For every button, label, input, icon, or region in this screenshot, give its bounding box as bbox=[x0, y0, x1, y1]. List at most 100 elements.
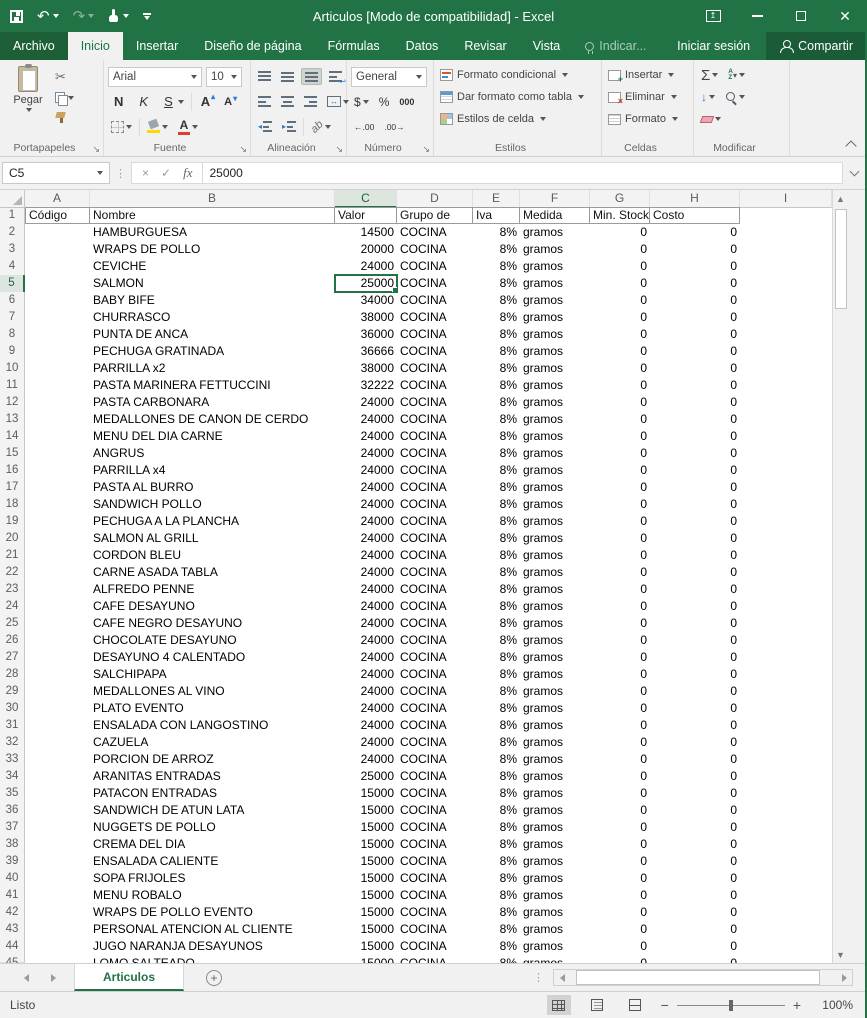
row-header-4[interactable]: 4 bbox=[0, 258, 25, 276]
cell-E17[interactable]: 8% bbox=[473, 479, 520, 496]
cell-D4[interactable]: COCINA bbox=[397, 258, 473, 275]
cell-I32[interactable] bbox=[740, 734, 832, 751]
cell-A33[interactable] bbox=[25, 751, 90, 768]
cell-D32[interactable]: COCINA bbox=[397, 734, 473, 751]
cell-B19[interactable]: PECHUGA A LA PLANCHA bbox=[90, 513, 335, 530]
cell-E2[interactable]: 8% bbox=[473, 224, 520, 241]
normal-view-button[interactable] bbox=[547, 995, 571, 1015]
minimize-button[interactable] bbox=[735, 0, 779, 32]
maximize-button[interactable] bbox=[779, 0, 823, 32]
cell-E21[interactable]: 8% bbox=[473, 547, 520, 564]
cell-I37[interactable] bbox=[740, 819, 832, 836]
cell-B40[interactable]: SOPA FRIJOLES bbox=[90, 870, 335, 887]
cell-I25[interactable] bbox=[740, 615, 832, 632]
cell-E43[interactable]: 8% bbox=[473, 921, 520, 938]
cell-H8[interactable]: 0 bbox=[650, 326, 740, 343]
cell-E34[interactable]: 8% bbox=[473, 768, 520, 785]
cell-C33[interactable]: 24000 bbox=[335, 751, 397, 768]
conditional-formatting-dropdown-icon[interactable] bbox=[562, 73, 568, 77]
cell-G32[interactable]: 0 bbox=[590, 734, 650, 751]
horizontal-scrollbar[interactable] bbox=[553, 969, 853, 986]
cell-G28[interactable]: 0 bbox=[590, 666, 650, 683]
cell-B20[interactable]: SALMON AL GRILL bbox=[90, 530, 335, 547]
tab-insertar[interactable]: Insertar bbox=[123, 32, 191, 60]
cell-F20[interactable]: gramos bbox=[520, 530, 590, 547]
cell-E45[interactable]: 8% bbox=[473, 955, 520, 963]
cell-G43[interactable]: 0 bbox=[590, 921, 650, 938]
cell-D20[interactable]: COCINA bbox=[397, 530, 473, 547]
cell-E24[interactable]: 8% bbox=[473, 598, 520, 615]
cell-F10[interactable]: gramos bbox=[520, 360, 590, 377]
cell-H39[interactable]: 0 bbox=[650, 853, 740, 870]
row-header-2[interactable]: 2 bbox=[0, 224, 25, 242]
cell-A7[interactable] bbox=[25, 309, 90, 326]
cell-D31[interactable]: COCINA bbox=[397, 717, 473, 734]
underline-button[interactable]: S bbox=[158, 92, 187, 111]
cell-C7[interactable]: 38000 bbox=[335, 309, 397, 326]
cell-H40[interactable]: 0 bbox=[650, 870, 740, 887]
row-header-25[interactable]: 25 bbox=[0, 615, 25, 633]
cell-H28[interactable]: 0 bbox=[650, 666, 740, 683]
cell-H4[interactable]: 0 bbox=[650, 258, 740, 275]
cell-G18[interactable]: 0 bbox=[590, 496, 650, 513]
fill-button[interactable]: ↓ bbox=[698, 89, 718, 105]
cell-C15[interactable]: 24000 bbox=[335, 445, 397, 462]
cell-C26[interactable]: 24000 bbox=[335, 632, 397, 649]
customize-qat-button[interactable] bbox=[143, 13, 151, 20]
cell-H29[interactable]: 0 bbox=[650, 683, 740, 700]
clear-dropdown-icon[interactable] bbox=[715, 117, 721, 121]
cell-C44[interactable]: 15000 bbox=[335, 938, 397, 955]
cell-E12[interactable]: 8% bbox=[473, 394, 520, 411]
cell-A45[interactable] bbox=[25, 955, 90, 963]
cell-A6[interactable] bbox=[25, 292, 90, 309]
cell-H14[interactable]: 0 bbox=[650, 428, 740, 445]
cell-H13[interactable]: 0 bbox=[650, 411, 740, 428]
cell-G5[interactable]: 0 bbox=[590, 275, 650, 292]
undo-dropdown-icon[interactable] bbox=[53, 14, 59, 18]
row-header-31[interactable]: 31 bbox=[0, 717, 25, 735]
cell-D28[interactable]: COCINA bbox=[397, 666, 473, 683]
fill-color-dropdown-icon[interactable] bbox=[162, 125, 168, 129]
insert-cells-button[interactable]: Insertar bbox=[606, 64, 689, 86]
cell-H25[interactable]: 0 bbox=[650, 615, 740, 632]
cell-B30[interactable]: PLATO EVENTO bbox=[90, 700, 335, 717]
cell-I29[interactable] bbox=[740, 683, 832, 700]
cell-E44[interactable]: 8% bbox=[473, 938, 520, 955]
row-header-26[interactable]: 26 bbox=[0, 632, 25, 650]
cell-I23[interactable] bbox=[740, 581, 832, 598]
cell-I27[interactable] bbox=[740, 649, 832, 666]
cell-H11[interactable]: 0 bbox=[650, 377, 740, 394]
orientation-dropdown-icon[interactable] bbox=[325, 125, 331, 129]
cell-D11[interactable]: COCINA bbox=[397, 377, 473, 394]
cell-A43[interactable] bbox=[25, 921, 90, 938]
decrease-decimal-button[interactable]: .00→ bbox=[381, 120, 407, 134]
cell-B42[interactable]: WRAPS DE POLLO EVENTO bbox=[90, 904, 335, 921]
cell-C25[interactable]: 24000 bbox=[335, 615, 397, 632]
cell-A29[interactable] bbox=[25, 683, 90, 700]
cell-E1[interactable]: Iva bbox=[473, 207, 520, 224]
cell-G16[interactable]: 0 bbox=[590, 462, 650, 479]
cell-F7[interactable]: gramos bbox=[520, 309, 590, 326]
column-header-H[interactable]: H bbox=[650, 190, 740, 208]
cell-H20[interactable]: 0 bbox=[650, 530, 740, 547]
cell-C39[interactable]: 15000 bbox=[335, 853, 397, 870]
cell-C16[interactable]: 24000 bbox=[335, 462, 397, 479]
row-header-24[interactable]: 24 bbox=[0, 598, 25, 616]
tab-vista[interactable]: Vista bbox=[520, 32, 574, 60]
cell-I7[interactable] bbox=[740, 309, 832, 326]
insert-function-button[interactable]: fx bbox=[183, 165, 192, 181]
cell-C30[interactable]: 24000 bbox=[335, 700, 397, 717]
scroll-right-arrow[interactable] bbox=[836, 970, 852, 985]
row-header-40[interactable]: 40 bbox=[0, 870, 25, 888]
cell-I13[interactable] bbox=[740, 411, 832, 428]
cell-I3[interactable] bbox=[740, 241, 832, 258]
conditional-formatting-button[interactable]: Formato condicional bbox=[438, 64, 597, 86]
cell-H16[interactable]: 0 bbox=[650, 462, 740, 479]
cell-B23[interactable]: ALFREDO PENNE bbox=[90, 581, 335, 598]
cell-I34[interactable] bbox=[740, 768, 832, 785]
cell-F8[interactable]: gramos bbox=[520, 326, 590, 343]
cell-C22[interactable]: 24000 bbox=[335, 564, 397, 581]
cell-B8[interactable]: PUNTA DE ANCA bbox=[90, 326, 335, 343]
confirm-entry-button[interactable]: ✓ bbox=[161, 166, 171, 180]
cell-G3[interactable]: 0 bbox=[590, 241, 650, 258]
